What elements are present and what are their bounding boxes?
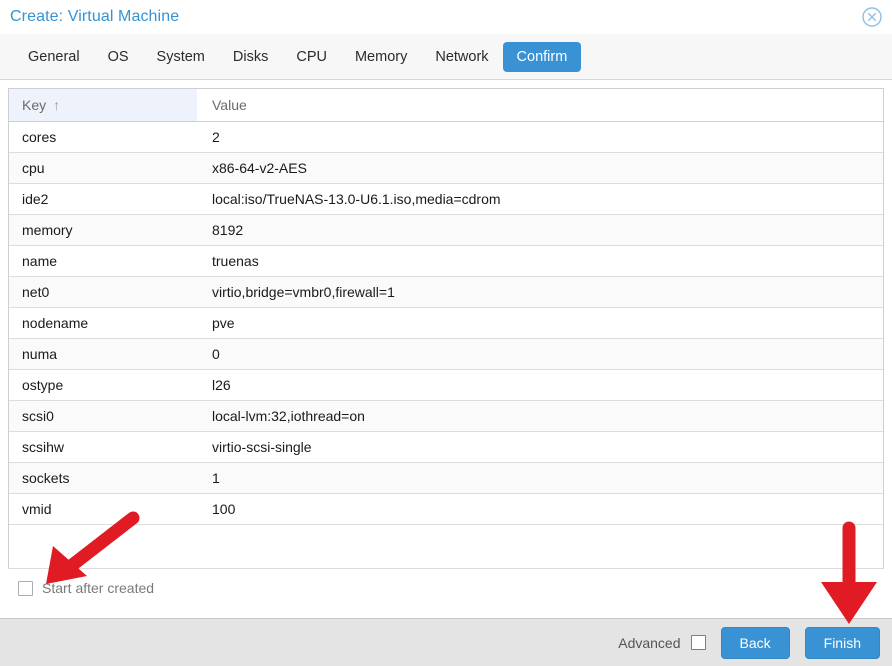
cell-key: scsi0 [22,408,54,424]
start-after-created-label: Start after created [42,580,155,596]
cell-key: cpu [22,160,45,176]
column-header-key-label: Key [22,97,47,113]
cell-value: virtio-scsi-single [212,439,312,455]
cell-value: 2 [212,129,220,145]
tab-memory[interactable]: Memory [341,42,421,72]
table-row[interactable]: vmid 100 [9,494,883,525]
table-row[interactable]: net0 virtio,bridge=vmbr0,firewall=1 [9,277,883,308]
table-row[interactable]: scsihw virtio-scsi-single [9,432,883,463]
cell-value: truenas [212,253,259,269]
column-header-value[interactable]: Value [198,89,883,121]
start-after-created-row: Start after created [8,569,884,596]
cell-value: x86-64-v2-AES [212,160,307,176]
cell-value: pve [212,315,235,331]
cell-key: cores [22,129,57,145]
tab-disks[interactable]: Disks [219,42,282,72]
page-title: Create: Virtual Machine [10,8,180,25]
dialog-body: Key ↑ Value cores 2 cpu x86-64-v2-AES id… [0,80,892,618]
table-row[interactable]: scsi0 local-lvm:32,iothread=on [9,401,883,432]
cell-value: 1 [212,470,220,486]
table-row[interactable]: ide2 local:iso/TrueNAS-13.0-U6.1.iso,med… [9,184,883,215]
table-row[interactable]: name truenas [9,246,883,277]
table-row[interactable]: numa 0 [9,339,883,370]
cell-key: nodename [22,315,89,331]
dialog-titlebar: Create: Virtual Machine [0,0,892,34]
cell-key: numa [22,346,58,362]
cell-key: sockets [22,470,70,486]
cell-key: name [22,253,58,269]
cell-key: scsihw [22,439,65,455]
column-header-key[interactable]: Key ↑ [9,89,198,121]
cell-key: ostype [22,377,64,393]
cell-key: net0 [22,284,50,300]
table-header-row: Key ↑ Value [9,89,883,122]
summary-table: Key ↑ Value cores 2 cpu x86-64-v2-AES id… [8,88,884,569]
table-row[interactable]: cores 2 [9,122,883,153]
table-row[interactable]: cpu x86-64-v2-AES [9,153,883,184]
column-header-value-label: Value [212,97,247,113]
cell-value: 100 [212,501,236,517]
create-vm-wizard-dialog: Create: Virtual Machine General OS Syste… [0,0,892,666]
table-row[interactable]: ostype l26 [9,370,883,401]
cell-key: memory [22,222,73,238]
cell-value: 0 [212,346,220,362]
advanced-label: Advanced [618,634,681,651]
advanced-checkbox[interactable] [690,635,706,650]
back-button[interactable]: Back [720,626,790,659]
tab-confirm[interactable]: Confirm [502,41,582,72]
finish-button[interactable]: Finish [804,626,880,659]
tab-cpu[interactable]: CPU [282,42,341,72]
wizard-tabbar: General OS System Disks CPU Memory Netwo… [0,34,892,80]
cell-key [9,525,198,568]
cell-value: local:iso/TrueNAS-13.0-U6.1.iso,media=cd… [212,191,501,207]
cell-key: vmid [22,501,52,517]
tab-system[interactable]: System [143,42,219,72]
close-circle-icon[interactable] [861,6,883,28]
tab-general[interactable]: General [14,42,94,72]
table-row[interactable]: sockets 1 [9,463,883,494]
cell-key: ide2 [22,191,49,207]
cell-value: l26 [212,377,231,393]
tab-network[interactable]: Network [421,42,502,72]
cell-value: 8192 [212,222,244,238]
tab-os[interactable]: OS [94,42,143,72]
cell-value: local-lvm:32,iothread=on [212,408,365,424]
sort-ascending-arrow-icon: ↑ [53,97,61,113]
cell-value [198,525,883,568]
cell-value: virtio,bridge=vmbr0,firewall=1 [212,284,395,300]
table-row[interactable]: memory 8192 [9,215,883,246]
dialog-footer: Advanced Back Finish [0,618,892,666]
start-after-created-checkbox[interactable] [18,580,33,596]
table-row[interactable]: nodename pve [9,308,883,339]
table-row-empty [9,525,883,569]
